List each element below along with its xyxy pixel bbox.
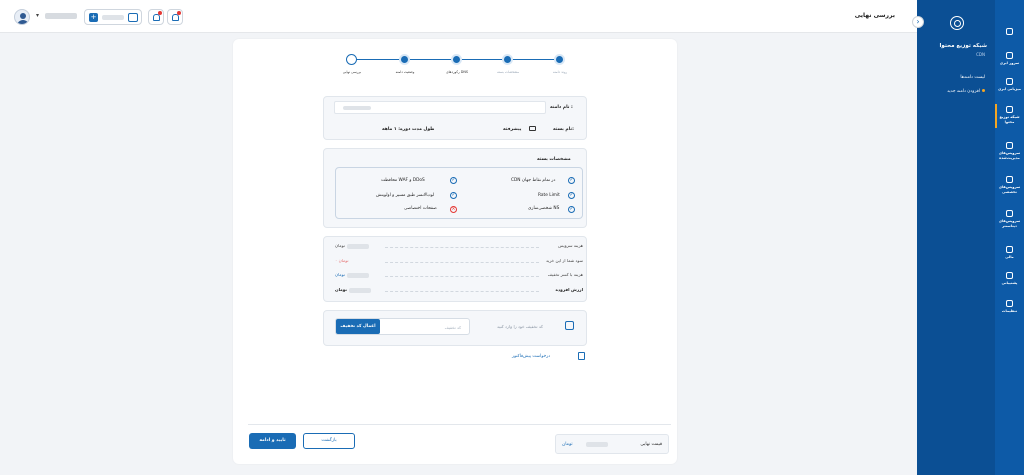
sub-sidebar-subtitle: CDN bbox=[976, 52, 985, 57]
notifications-button[interactable] bbox=[148, 9, 164, 25]
check-icon: ✓ bbox=[568, 177, 575, 184]
page-title: بررسی نهایی bbox=[854, 12, 895, 19]
step-5-label: بررسی نهایی bbox=[342, 70, 362, 74]
package-duration: طول مدت دوره: ۱ ماهه bbox=[382, 127, 435, 132]
step-2 bbox=[502, 54, 513, 65]
apply-discount-button[interactable]: اعمال کد تخفیف bbox=[336, 319, 380, 334]
sub-sidebar-title: شبکه توزیع محتوا bbox=[939, 43, 987, 49]
final-price-label: قیمت نهایی bbox=[640, 442, 662, 447]
price-row-service: هزینه سرویس تومان bbox=[335, 243, 583, 251]
price-value: تومان bbox=[335, 287, 371, 293]
price-value: تومان bbox=[335, 243, 369, 249]
wallet-balance bbox=[102, 15, 124, 20]
notification-badge bbox=[158, 11, 162, 15]
domain-field bbox=[334, 101, 546, 114]
sidebar-item-cloud-hosting[interactable]: میزبانی ابری bbox=[995, 78, 1024, 92]
domain-list-link[interactable]: لیست دامنه‌ها bbox=[960, 75, 985, 80]
price-name: هزینه سرویس bbox=[558, 243, 583, 248]
final-price-value: تومان bbox=[562, 442, 573, 447]
request-invoice-link[interactable]: درخواست پیش‌فاکتور bbox=[512, 354, 550, 359]
price-row-discounted: هزینه با کسر تخفیف تومان bbox=[335, 272, 583, 280]
check-icon: ✓ bbox=[450, 192, 457, 199]
package-icon bbox=[529, 126, 536, 131]
main-sidebar: سرور ابری میزبانی ابری شبکه توزیع محتوا … bbox=[995, 0, 1024, 475]
sidebar-item-cdn[interactable]: شبکه توزیع محتوا bbox=[995, 106, 1024, 124]
footer-divider bbox=[248, 424, 671, 425]
support-icon bbox=[1006, 272, 1013, 279]
price-row-savings: سود شما از این خرید ۰ تومان bbox=[335, 258, 583, 266]
feature-item: لودبالانسر طبق مسیر و اولویتش bbox=[376, 193, 435, 198]
user-name bbox=[45, 13, 77, 19]
security-button[interactable] bbox=[167, 9, 183, 25]
confirm-continue-button[interactable]: تایید و ادامه bbox=[249, 433, 296, 449]
hosting-icon bbox=[1006, 78, 1013, 85]
cdn-icon bbox=[1006, 106, 1013, 113]
domain-value bbox=[343, 106, 371, 110]
avatar[interactable] bbox=[14, 9, 30, 25]
special-icon bbox=[1006, 176, 1013, 183]
add-domain-link[interactable]: افزودن دامنه جدید bbox=[947, 89, 985, 94]
final-price-box: قیمت نهایی تومان bbox=[555, 434, 669, 454]
feature-item: شخصی‌سازی NS bbox=[528, 206, 560, 211]
cdn-logo-icon bbox=[950, 16, 964, 30]
price-value: تومان bbox=[335, 272, 369, 278]
invoice-icon bbox=[578, 352, 585, 360]
sub-sidebar: شبکه توزیع محتوا CDN لیست دامنه‌ها افزود… bbox=[917, 0, 995, 475]
check-icon: ✓ bbox=[568, 192, 575, 199]
sidebar-item-cloud-server[interactable]: سرور ابری bbox=[995, 52, 1024, 66]
price-name: ارزش افزوده bbox=[555, 287, 584, 292]
step-3-label: رکوردهای DNS bbox=[445, 70, 469, 74]
feature-item: محافظت WAF و DDoS bbox=[381, 178, 425, 183]
sidebar-item-support[interactable]: پشتیبانی bbox=[995, 272, 1024, 286]
package-name-value: پیشرفته bbox=[503, 127, 522, 132]
cross-icon: × bbox=[450, 206, 457, 213]
feature-item: صفحات اختصاصی bbox=[404, 206, 437, 211]
feature-item: CDN در تمام نقاط جهان bbox=[511, 178, 556, 183]
chevron-right-icon: › bbox=[916, 17, 920, 26]
price-value: ۰ تومان bbox=[335, 258, 349, 263]
bell-icon bbox=[153, 14, 160, 21]
discount-prompt: کد تخفیف خود را وارد کنید bbox=[497, 324, 544, 329]
shield-icon bbox=[172, 14, 179, 21]
sidebar-item-settings[interactable]: تنظیمات bbox=[995, 300, 1024, 314]
step-1 bbox=[554, 54, 565, 65]
plus-icon[interactable]: + bbox=[89, 13, 98, 22]
price-row-vat: ارزش افزوده تومان bbox=[335, 287, 583, 295]
collapse-sidebar-button[interactable]: › bbox=[912, 16, 924, 28]
sidebar-item-datacenter[interactable]: سرویس‌های دیتاسنتر bbox=[995, 210, 1024, 228]
managed-icon bbox=[1006, 142, 1013, 149]
check-icon: ✓ bbox=[450, 177, 457, 184]
final-price-blur bbox=[586, 442, 608, 447]
finance-icon bbox=[1006, 246, 1013, 253]
discount-icon bbox=[565, 321, 574, 330]
chevron-down-icon[interactable]: ▾ bbox=[36, 12, 39, 19]
step-4 bbox=[399, 54, 410, 65]
sidebar-item-managed[interactable]: سرویس‌های مدیریت‌شده bbox=[995, 142, 1024, 160]
sidebar-item-home[interactable] bbox=[995, 28, 1024, 37]
security-badge bbox=[177, 11, 181, 15]
domain-label: نام دامنه : bbox=[550, 105, 573, 110]
price-name: هزینه با کسر تخفیف bbox=[547, 272, 583, 277]
datacenter-icon bbox=[1006, 210, 1013, 217]
step-2-label: مشخصات بسته bbox=[496, 70, 520, 74]
price-name: سود شما از این خرید bbox=[545, 258, 583, 263]
step-3 bbox=[451, 54, 462, 65]
sidebar-item-special[interactable]: سرویس‌های تخصصی bbox=[995, 176, 1024, 194]
active-dot-icon bbox=[982, 89, 985, 92]
step-4-label: وضعیت دامنه bbox=[395, 70, 415, 74]
feature-item: Rate Limit bbox=[538, 193, 560, 198]
step-1-label: روند دامنه bbox=[552, 70, 568, 74]
settings-icon bbox=[1006, 300, 1013, 307]
check-icon: ✓ bbox=[568, 206, 575, 213]
sidebar-item-finance[interactable]: مالی bbox=[995, 246, 1024, 260]
top-bar: بررسی نهایی ▾ + bbox=[0, 0, 917, 33]
wallet-button[interactable]: + bbox=[84, 9, 142, 25]
features-title: مشخصات بسته bbox=[537, 157, 571, 162]
package-name-label: نام بسته: bbox=[553, 127, 574, 132]
wallet-icon bbox=[128, 13, 138, 22]
server-icon bbox=[1006, 52, 1013, 59]
step-5 bbox=[346, 54, 357, 65]
back-button[interactable]: بازگشت bbox=[303, 433, 355, 449]
home-icon bbox=[1006, 28, 1013, 35]
